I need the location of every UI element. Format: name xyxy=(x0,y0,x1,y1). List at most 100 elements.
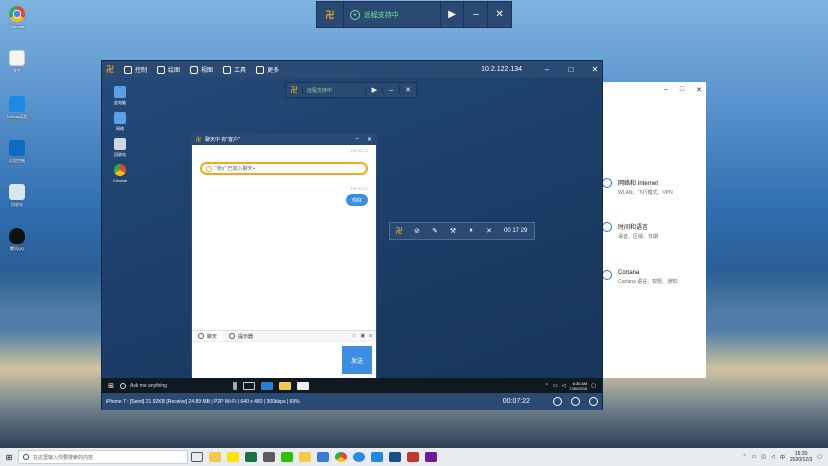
menu-tools[interactable]: 工具 xyxy=(223,65,246,74)
remote-icon-this-pc[interactable]: 此电脑 xyxy=(108,86,132,106)
remote-icon-network[interactable]: 网络 xyxy=(108,112,132,132)
notification-icon[interactable]: ▢ xyxy=(817,454,822,460)
tab-tips[interactable]: 提示器 xyxy=(223,331,259,341)
language-icon xyxy=(602,222,612,232)
host-search-box[interactable]: 在这里输入你要搜索的内容 xyxy=(18,450,188,464)
session-timer: 00 17 29 xyxy=(504,228,528,234)
notes-icon[interactable] xyxy=(299,452,311,462)
network-icon[interactable]: ▭ xyxy=(553,383,558,389)
close-button[interactable]: ✕ xyxy=(588,65,602,74)
excel-icon[interactable] xyxy=(245,452,257,462)
settings-item-cortana[interactable]: Cortana Cortana 语言、权限、通知 xyxy=(602,270,677,285)
windows-start-icon[interactable]: ⊞ xyxy=(102,382,120,390)
app-logo-icon: 卍 xyxy=(395,228,403,235)
app-icon[interactable] xyxy=(425,452,437,462)
maximize-button[interactable]: □ xyxy=(564,65,578,74)
grid-icon xyxy=(256,65,265,74)
close-button[interactable]: ✕ xyxy=(487,2,511,27)
chat-bubble: 你好 xyxy=(346,194,368,206)
desktop-icon-chrome[interactable]: Chrome xyxy=(4,6,30,29)
app-logo-icon: 卍 xyxy=(290,87,298,94)
store-icon[interactable] xyxy=(297,381,309,390)
control-icon[interactable]: ⊘ xyxy=(408,227,426,235)
close-button[interactable]: ✕ xyxy=(367,136,372,143)
play-button[interactable]: ▶ xyxy=(439,2,464,27)
control-icon xyxy=(124,65,132,74)
tip-icon xyxy=(229,333,236,339)
app-icon[interactable] xyxy=(317,452,329,462)
chrome-icon[interactable] xyxy=(335,452,347,462)
todesk-icon xyxy=(9,96,25,112)
send-button[interactable]: 发送 xyxy=(342,346,372,374)
wechat-icon[interactable] xyxy=(281,452,293,462)
microphone-icon[interactable] xyxy=(233,381,237,390)
close-button[interactable]: ✕ xyxy=(399,86,416,94)
file-explorer-icon[interactable] xyxy=(209,452,221,462)
remote-support-status: 远程支持中 xyxy=(301,86,366,94)
task-view-icon[interactable] xyxy=(191,452,203,462)
star-icon[interactable]: ☆ xyxy=(352,333,356,339)
ime-icon[interactable]: 中 xyxy=(780,454,785,461)
remote-search-box[interactable]: Ask me anything xyxy=(120,382,230,389)
chrome-icon xyxy=(9,6,25,22)
play-button[interactable]: ▶ xyxy=(365,86,382,94)
message-timestamp: PM 02:10 xyxy=(350,148,368,153)
maximize-button[interactable]: □ xyxy=(680,86,684,94)
minimize-button[interactable]: – xyxy=(356,136,359,143)
tab-chat[interactable]: 聊天 xyxy=(192,331,224,341)
menu-view[interactable]: 视图 xyxy=(190,65,213,74)
app-icon[interactable] xyxy=(389,452,401,462)
up-arrow-icon[interactable]: ⌃ xyxy=(742,454,746,460)
close-button[interactable]: ✕ xyxy=(696,86,702,94)
menu-icon[interactable]: ≡ xyxy=(369,333,372,339)
minimize-button[interactable]: – xyxy=(664,86,668,94)
menu-draw[interactable]: 绘图 xyxy=(157,65,180,74)
edge-icon[interactable] xyxy=(261,381,273,390)
minimize-button[interactable]: – xyxy=(540,65,554,74)
close-button[interactable]: ✕ xyxy=(480,227,498,235)
volume-icon[interactable]: ◁ xyxy=(562,383,566,389)
desktop-icon-todesk[interactable]: ToDesk远程 xyxy=(4,96,30,120)
settings-item-time-language[interactable]: 时间和语言 语音、区域、日期 xyxy=(602,222,658,240)
network-icon[interactable]: ◫ xyxy=(761,454,766,460)
desktop-icon-remote[interactable]: 远程控制 xyxy=(4,140,30,164)
desktop-icon-file[interactable]: 文件 xyxy=(4,50,30,74)
tools-icon[interactable]: ⚒ xyxy=(444,227,462,235)
battery-icon[interactable]: ▭ xyxy=(752,454,757,460)
file-explorer-icon[interactable] xyxy=(279,381,291,390)
pause-button[interactable]: ⏸ xyxy=(462,227,480,235)
camera-button[interactable] xyxy=(548,397,566,406)
desktop-icon-recycle[interactable]: 回收站 xyxy=(4,184,30,208)
screenshot-icon[interactable]: ▣ xyxy=(360,333,365,339)
app-icon[interactable] xyxy=(263,452,275,462)
up-arrow-icon[interactable]: ⌃ xyxy=(545,383,549,389)
minimize-button[interactable]: – xyxy=(463,2,487,27)
chrome-icon xyxy=(114,164,126,176)
remote-control-icon xyxy=(9,140,25,156)
minimize-button[interactable]: – xyxy=(382,86,399,94)
task-view-icon[interactable] xyxy=(243,381,255,390)
system-message: "张x" 已加入聊天+ xyxy=(200,162,368,175)
session-float-toolbar: 卍 ⊘ ✎ ⚒ ⏸ ✕ 00 17 29 xyxy=(389,222,535,240)
menu-more[interactable]: 更多 xyxy=(256,65,279,74)
ie-icon[interactable] xyxy=(353,452,365,462)
kakaotalk-icon[interactable] xyxy=(227,452,239,462)
app-icon[interactable] xyxy=(407,452,419,462)
windows-start-icon[interactable]: ⊞ xyxy=(0,453,18,462)
remote-window-titlebar: 卍 控制 绘图 视图 工具 更多 10.2.122.134 – □ ✕ xyxy=(102,61,602,78)
pen-icon[interactable]: ✎ xyxy=(426,227,444,235)
menu-control[interactable]: 控制 xyxy=(124,65,147,74)
screenshot-button[interactable] xyxy=(584,397,602,406)
app-icon[interactable] xyxy=(371,452,383,462)
record-button[interactable] xyxy=(566,397,584,406)
volume-icon[interactable]: ◁ xyxy=(771,454,775,460)
remote-icon-chrome[interactable]: Chrome xyxy=(108,164,132,183)
camera-icon xyxy=(552,397,562,406)
desktop-icon-qq[interactable]: 腾讯QQ xyxy=(4,228,30,252)
screenshot-icon xyxy=(588,397,598,406)
notification-icon[interactable]: ▢ xyxy=(591,383,596,389)
remote-icon-recycle[interactable]: 回收站 xyxy=(108,138,132,158)
settings-item-network[interactable]: 网络和 Internet WLAN、飞行模式、VPN xyxy=(602,178,673,196)
recycle-bin-icon xyxy=(9,184,25,200)
status-icon: ● xyxy=(349,9,360,20)
